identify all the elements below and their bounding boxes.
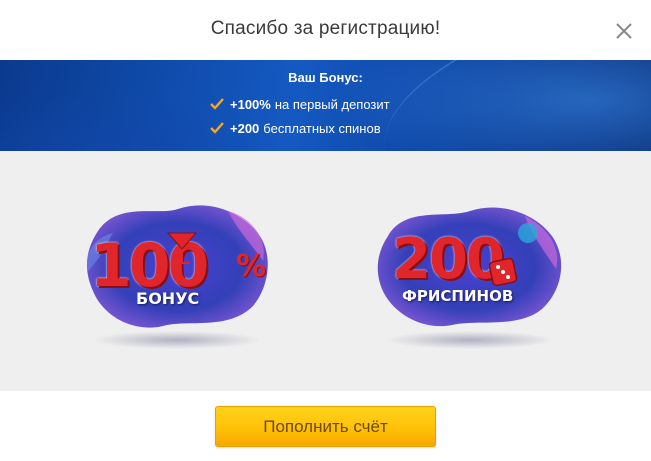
registration-dialog: Спасибо за регистрацию! Ваш Бонус: +100%… [0,0,651,461]
bonus-banner: Ваш Бонус: +100% на первый депозит +200 … [0,60,651,151]
checkmark-icon [210,122,224,134]
freespins-number: 200 [392,227,505,292]
dialog-title: Спасибо за регистрацию! [210,18,441,39]
dice-icon [488,257,518,287]
bonus-heading: Ваш Бонус: [288,70,363,85]
freespins-promo-card: 200 ФРИСПИНОВ [370,191,570,341]
freespins-label: ФРИСПИНОВ [402,287,514,305]
dialog-footer: Пополнить счёт [0,391,651,461]
bonus-item-amount: +100% [230,96,271,112]
bonus-item-text: на первый депозит [274,96,390,112]
dialog-header: Спасибо за регистрацию! [0,0,651,60]
bonus-item: +100% на первый депозит [210,94,390,114]
close-icon[interactable] [612,19,636,43]
martini-glass-icon [166,232,198,264]
bonus-promo-card: 100 % БОНУС [78,191,278,341]
bonus-label: БОНУС [136,289,200,308]
checkmark-icon [210,98,224,110]
deposit-button[interactable]: Пополнить счёт [215,406,436,447]
promo-area: 100 % БОНУС 200 ФРИСПИНОВ [0,151,651,391]
bonus-item-text: бесплатных спинов [263,120,381,136]
bonus-item: +200 бесплатных спинов [210,118,381,138]
percent-sign: % [236,249,267,284]
bonus-item-amount: +200 [230,120,260,136]
